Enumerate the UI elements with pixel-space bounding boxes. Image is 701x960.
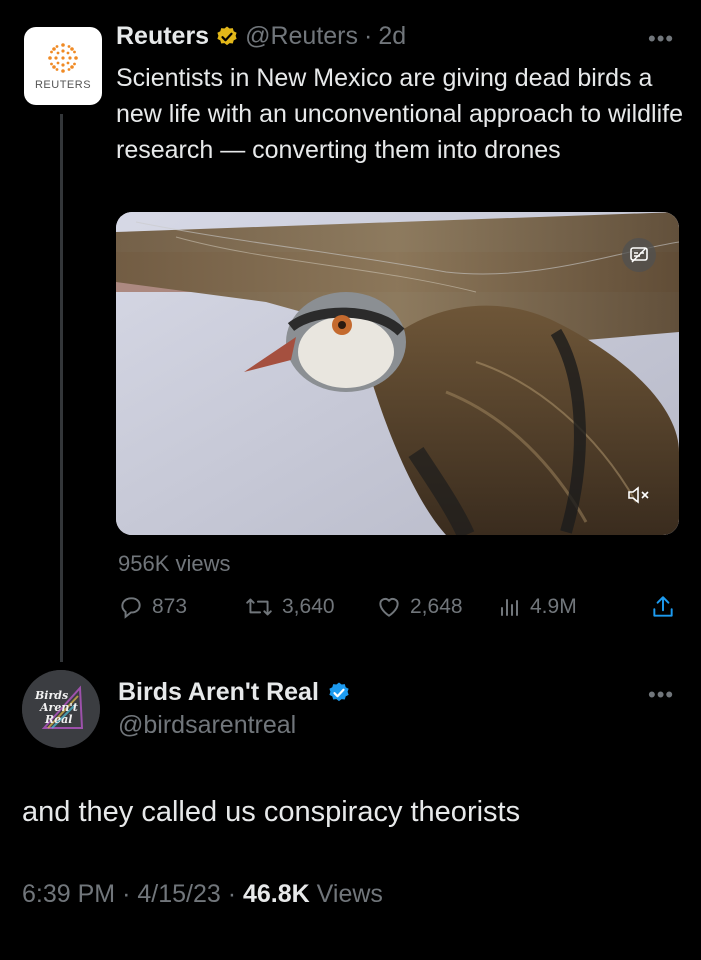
- author-name[interactable]: Reuters: [116, 22, 209, 51]
- verified-gold-icon: [217, 26, 237, 45]
- tweet-media-video[interactable]: [116, 212, 679, 535]
- share-button[interactable]: [650, 594, 676, 620]
- captions-glyph: [630, 247, 648, 263]
- meta-separator: ·: [122, 880, 131, 908]
- reuters-avatar-label: REUTERS: [34, 79, 92, 91]
- reply-count: 873: [152, 595, 188, 618]
- meta-separator: ·: [227, 880, 237, 908]
- tweet-text: Scientists in New Mexico are giving dead…: [116, 64, 684, 164]
- reply-icon: [121, 597, 141, 619]
- tweet-views-label: Views: [316, 880, 383, 908]
- mute-icon[interactable]: [622, 478, 656, 512]
- tweet-actions-bar: 873 3,640 2,648 4.9M: [118, 594, 678, 624]
- reply-author-handle[interactable]: @birdsarentreal: [118, 711, 296, 740]
- views-stat-count: 4.9M: [530, 595, 577, 618]
- like-button[interactable]: 2,648: [376, 594, 463, 620]
- tweet-time[interactable]: 2d: [378, 22, 406, 51]
- reuters-logo-icon: [48, 43, 78, 73]
- header-separator: ·: [364, 22, 373, 50]
- verified-blue-icon: [329, 682, 349, 701]
- birdsarentreal-logo-icon: Birds Aren't Real: [22, 670, 100, 748]
- retweet-button[interactable]: 3,640: [244, 594, 335, 620]
- captions-icon[interactable]: [622, 238, 656, 272]
- thread-connector-line: [60, 114, 63, 662]
- like-count: 2,648: [410, 595, 463, 618]
- reply-author-header: Birds Aren't Real: [118, 678, 351, 707]
- reply-button[interactable]: 873: [118, 594, 187, 620]
- reuters-avatar[interactable]: REUTERS: [24, 27, 102, 105]
- analytics-button[interactable]: 4.9M: [498, 594, 577, 620]
- retweet-icon: [246, 598, 272, 616]
- birdsarentreal-avatar[interactable]: Birds Aren't Real: [22, 670, 100, 748]
- mute-glyph: [628, 486, 649, 504]
- like-icon: [379, 597, 399, 617]
- tweet-views-count: 46.8K: [243, 880, 310, 908]
- tweet-metadata: 6:39 PM · 4/15/23 · 46.8K Views: [22, 880, 383, 909]
- views-count: 956K views: [118, 551, 231, 576]
- tweet-time[interactable]: 6:39 PM: [22, 880, 115, 908]
- author-handle[interactable]: @Reuters: [245, 22, 358, 51]
- avatar-text-real: Real: [44, 713, 72, 726]
- more-icon[interactable]: •••: [648, 682, 674, 708]
- retweet-count: 3,640: [282, 595, 335, 618]
- reply-tweet-text: and they called us conspiracy theorists: [22, 796, 521, 828]
- analytics-icon: [501, 599, 518, 616]
- bird-drone-image: [116, 212, 679, 535]
- share-icon: [653, 596, 673, 617]
- more-icon[interactable]: •••: [648, 26, 674, 52]
- reply-author-name[interactable]: Birds Aren't Real: [118, 678, 319, 707]
- tweet-header: Reuters @Reuters · 2d: [116, 22, 406, 51]
- tweet-date[interactable]: 4/15/23: [137, 880, 220, 908]
